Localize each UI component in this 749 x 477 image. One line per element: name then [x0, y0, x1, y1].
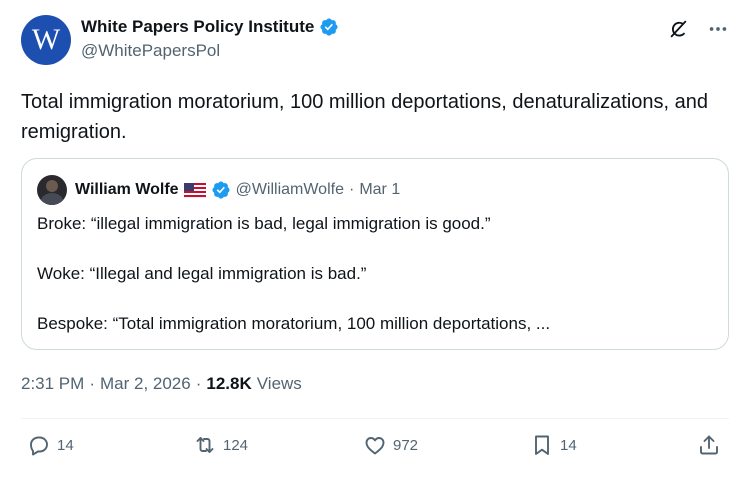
quoted-tweet-date: Mar 1 [359, 181, 401, 198]
views-label[interactable]: Views [257, 374, 302, 394]
quoted-author-avatar [37, 175, 67, 205]
quoted-author-name: William Wolfe [75, 181, 179, 198]
author-name-row: White Papers Policy Institute [81, 17, 339, 37]
verified-badge-icon [212, 181, 230, 199]
heart-icon [365, 437, 385, 455]
bookmark-icon [535, 435, 549, 455]
quoted-tweet-header: William Wolfe @WilliamWolfe · Mar 1 [37, 175, 400, 205]
reply-icon [30, 436, 48, 456]
quoted-author-handle: @WilliamWolfe [235, 181, 344, 198]
repost-count: 124 [223, 436, 249, 454]
quoted-line-woke: Woke: “Illegal and legal immigration is … [37, 264, 367, 283]
divider [21, 418, 729, 419]
verified-badge-icon [320, 18, 338, 36]
like-button[interactable]: 972 [363, 433, 418, 457]
repost-button[interactable]: 124 [193, 433, 248, 457]
repost-icon [196, 437, 214, 453]
more-icon[interactable] [707, 18, 729, 40]
quoted-line-bespoke: Bespoke: “Total immigration moratorium, … [37, 314, 551, 333]
top-actions [667, 18, 729, 40]
meta-separator: · [89, 374, 95, 393]
meta-separator: · [195, 374, 202, 393]
meta-separator: · [348, 181, 355, 198]
share-button[interactable] [697, 433, 721, 457]
tweet-text: Total immigration moratorium, 100 millio… [21, 91, 709, 143]
share-icon [700, 435, 718, 455]
views-count[interactable]: 12.8K [206, 374, 251, 394]
reply-count: 14 [57, 436, 74, 454]
tweet-time[interactable]: 2:31 PM [21, 374, 84, 394]
reply-button[interactable]: 14 [27, 433, 74, 457]
us-flag-icon [183, 182, 206, 198]
bookmark-button[interactable]: 14 [530, 433, 577, 457]
author-handle[interactable]: @WhitePapersPol [81, 41, 339, 61]
quoted-tweet[interactable]: William Wolfe @WilliamWolfe · Mar 1 Brok… [21, 158, 729, 350]
author-avatar[interactable]: W [21, 15, 71, 65]
tweet-date[interactable]: Mar 2, 2026 [100, 374, 191, 394]
bookmark-count: 14 [560, 436, 577, 454]
author-block: White Papers Policy Institute @WhitePape… [81, 17, 339, 61]
quoted-tweet-body: Broke: “illegal immigration is bad, lega… [37, 211, 717, 361]
like-count: 972 [393, 436, 419, 454]
quoted-line-broke: Broke: “illegal immigration is bad, lega… [37, 214, 491, 233]
author-name[interactable]: White Papers Policy Institute [81, 17, 314, 37]
avatar-letter: W [31, 23, 61, 56]
action-bar: 14 124 972 14 [21, 433, 729, 465]
grok-icon[interactable] [667, 18, 689, 40]
tweet-meta: 2:31 PM · Mar 2, 2026 · 12.8K Views [21, 374, 302, 394]
